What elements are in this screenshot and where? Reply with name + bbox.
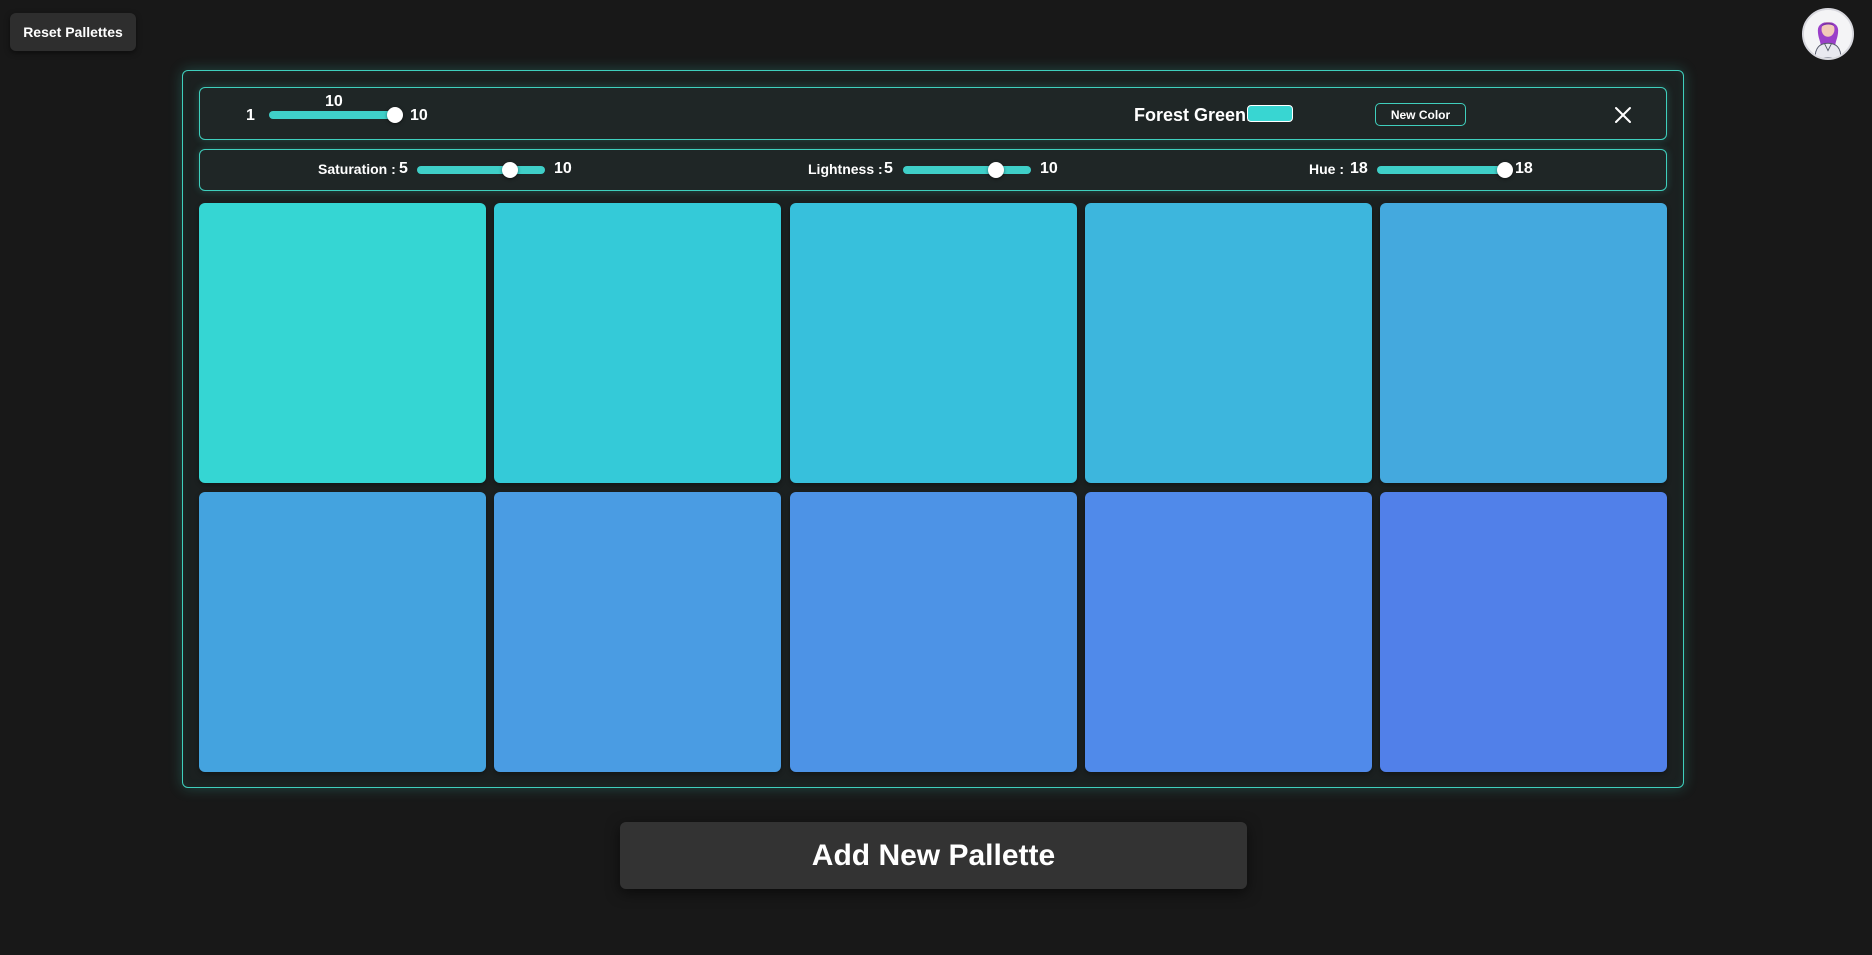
- add-new-palette-button[interactable]: Add New Pallette: [620, 822, 1247, 889]
- saturation-slider[interactable]: [417, 162, 545, 178]
- color-swatch-3[interactable]: [789, 203, 1077, 483]
- saturation-label: Saturation :: [318, 161, 396, 177]
- adjustments-bar: Saturation : 5 10 Lightness : 5 10 Hue :…: [199, 149, 1667, 191]
- lightness-slider-thumb[interactable]: [988, 162, 1005, 178]
- hue-slider[interactable]: [1377, 162, 1513, 178]
- hue-slider-thumb[interactable]: [1497, 162, 1513, 178]
- color-swatch-10[interactable]: [1380, 492, 1667, 772]
- count-min-label: 1: [246, 107, 255, 124]
- color-swatch-9[interactable]: [1084, 492, 1372, 772]
- saturation-slider-thumb[interactable]: [502, 162, 519, 178]
- user-avatar[interactable]: [1802, 8, 1854, 60]
- color-swatch-7[interactable]: [494, 492, 782, 772]
- reset-palettes-button[interactable]: Reset Pallettes: [10, 13, 136, 51]
- count-max-label: 10: [410, 107, 428, 124]
- count-value-label: 10: [325, 93, 343, 110]
- saturation-max-label: 10: [554, 160, 572, 177]
- lightness-min-label: 5: [884, 160, 893, 177]
- color-swatch-1[interactable]: [199, 203, 486, 483]
- saturation-min-label: 5: [399, 160, 408, 177]
- lightness-label: Lightness :: [808, 161, 883, 177]
- color-swatch-5[interactable]: [1380, 203, 1667, 483]
- color-swatch-2[interactable]: [494, 203, 782, 483]
- color-count-slider[interactable]: [269, 107, 403, 123]
- base-color-chip[interactable]: [1247, 105, 1293, 122]
- palette-header-bar: 1 10 10 Forest Green: New Color: [199, 87, 1667, 140]
- color-swatch-4[interactable]: [1084, 203, 1372, 483]
- lightness-max-label: 10: [1040, 160, 1058, 177]
- new-color-button[interactable]: New Color: [1375, 103, 1466, 126]
- color-swatch-grid: [199, 203, 1667, 772]
- hue-max-label: 18: [1515, 160, 1533, 177]
- color-swatch-8[interactable]: [789, 492, 1077, 772]
- lightness-slider[interactable]: [903, 162, 1031, 178]
- close-icon: [1615, 107, 1631, 123]
- close-palette-button[interactable]: [1611, 103, 1635, 127]
- color-swatch-6[interactable]: [199, 492, 486, 772]
- hue-label: Hue :: [1309, 161, 1344, 177]
- color-count-slider-thumb[interactable]: [387, 107, 403, 123]
- hue-min-label: 18: [1350, 160, 1368, 177]
- color-name-label: Forest Green:: [1134, 105, 1253, 125]
- avatar-icon: [1804, 10, 1852, 58]
- palette-card: 1 10 10 Forest Green: New Color Saturati…: [182, 70, 1684, 788]
